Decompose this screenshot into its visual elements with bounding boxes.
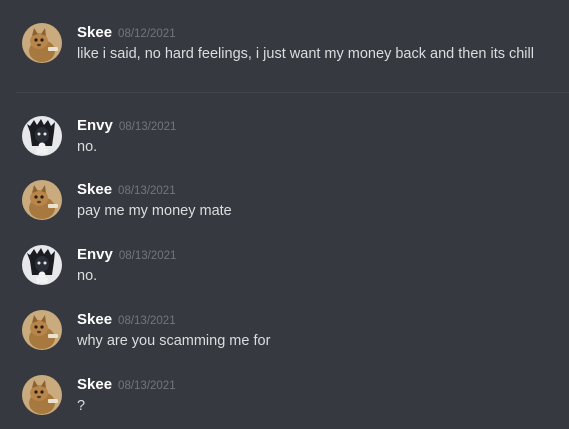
date-divider	[16, 92, 569, 93]
chat-message: Skee 08/13/2021 why are you scamming me f…	[0, 310, 569, 360]
message-timestamp: 08/13/2021	[118, 380, 176, 392]
message-author[interactable]: Skee	[77, 311, 112, 328]
message-author[interactable]: Skee	[77, 376, 112, 393]
chat-message: Envy 08/13/2021 no.	[0, 116, 569, 166]
cat-avatar-icon[interactable]	[22, 375, 62, 415]
cat-avatar-icon[interactable]	[22, 180, 62, 220]
chat-message: Envy 08/13/2021 no.	[0, 245, 569, 295]
message-text: why are you scamming me for	[77, 333, 271, 349]
message-author[interactable]: Envy	[77, 117, 113, 134]
message-text: no.	[77, 268, 98, 284]
message-timestamp: 08/13/2021	[118, 250, 177, 262]
message-timestamp: 08/12/2021	[118, 28, 176, 40]
message-author[interactable]: Skee	[77, 24, 112, 41]
chat-message-list: Skee 08/12/2021 like i said, no hard feel…	[0, 0, 569, 429]
message-author[interactable]: Envy	[77, 246, 113, 263]
message-text: like i said, no hard feelings, i just wa…	[77, 46, 534, 62]
message-timestamp: 08/13/2021	[118, 185, 176, 197]
skull-avatar-icon[interactable]	[22, 116, 62, 156]
message-author[interactable]: Skee	[77, 181, 112, 198]
message-timestamp: 08/13/2021	[118, 315, 176, 327]
message-text: no.	[77, 139, 98, 155]
chat-message: Skee 08/13/2021 pay me my money mate	[0, 180, 569, 230]
cat-avatar-icon[interactable]	[22, 23, 62, 63]
cat-avatar-icon[interactable]	[22, 310, 62, 350]
chat-message: Skee 08/13/2021 ?	[0, 375, 569, 425]
chat-message: Skee 08/12/2021 like i said, no hard feel…	[0, 23, 569, 73]
skull-avatar-icon[interactable]	[22, 245, 62, 285]
message-timestamp: 08/13/2021	[118, 121, 177, 133]
message-text: pay me my money mate	[77, 203, 232, 219]
message-text: ?	[77, 398, 86, 414]
